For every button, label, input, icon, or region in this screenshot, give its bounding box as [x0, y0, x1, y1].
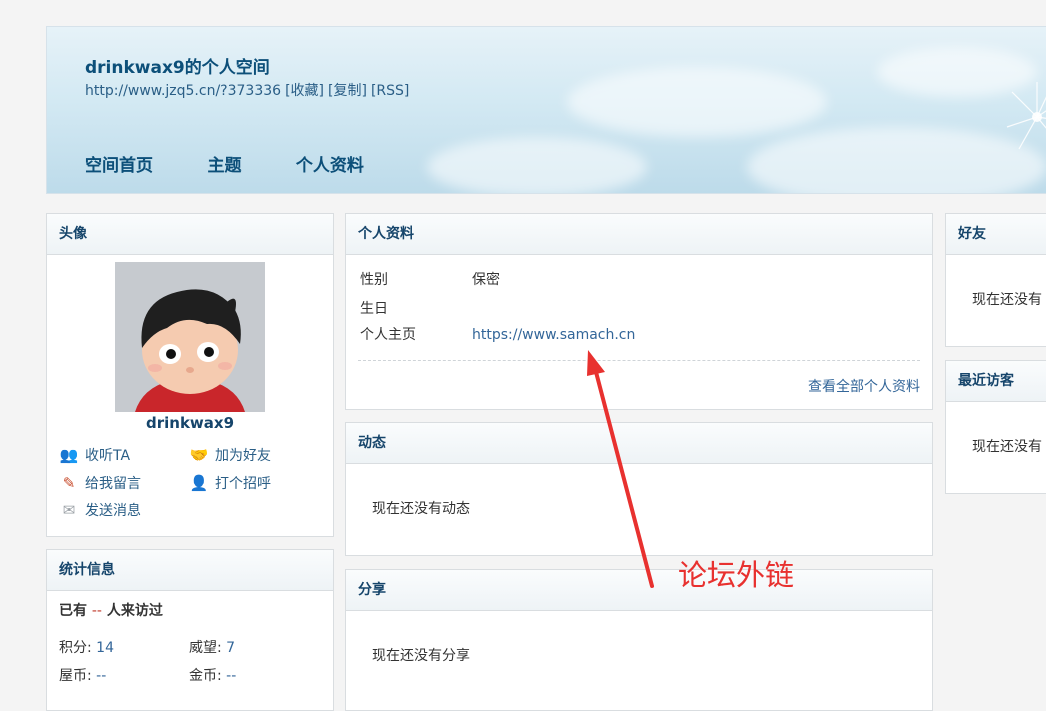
- follow-icon: 👥: [59, 446, 79, 464]
- visitor-count-line: 已有 -- 人来访过: [59, 603, 163, 619]
- profile-row-homepage: 个人主页 https://www.samach.cn: [360, 327, 636, 343]
- space-url-line: http://www.jzq5.cn/?373336 [收藏] [复制] [RSS]: [85, 80, 413, 100]
- stat-prestige: 威望: 7: [189, 640, 236, 656]
- greet-button[interactable]: 👤 打个招呼: [189, 473, 271, 493]
- stat-house-coins: 屋币: --: [59, 668, 107, 684]
- profile-divider: [358, 360, 920, 361]
- avatar-panel-title: 头像: [47, 214, 333, 255]
- stats-panel-title: 统计信息: [47, 550, 333, 591]
- avatar[interactable]: [115, 262, 265, 412]
- space-url[interactable]: http://www.jzq5.cn/?373336: [85, 83, 281, 99]
- copy-link[interactable]: [复制]: [328, 83, 367, 99]
- share-empty-text: 现在还没有分享: [372, 648, 470, 664]
- view-all-profile-link[interactable]: 查看全部个人资料: [808, 376, 920, 396]
- homepage-link[interactable]: https://www.samach.cn: [472, 327, 635, 343]
- profile-panel-title: 个人资料: [346, 214, 932, 255]
- feed-empty-text: 现在还没有动态: [372, 501, 470, 517]
- avatar-panel: 头像 drinkwax9 👥 收听TA 🤝 加为好友 ✎ 给我留言 👤 打个招呼 ✉ 发送…: [46, 213, 334, 537]
- nav-profile[interactable]: 个人资料: [296, 156, 364, 176]
- dandelion-decoration: [1006, 82, 1046, 150]
- feed-panel-title: 动态: [346, 423, 932, 464]
- send-message-button[interactable]: ✉ 发送消息: [59, 500, 141, 520]
- share-panel-title: 分享: [346, 570, 932, 611]
- annotation-text: 论坛外链: [678, 558, 795, 592]
- space-title: drinkwax9的个人空间: [85, 58, 270, 78]
- favorite-link[interactable]: [收藏]: [285, 83, 324, 99]
- rss-link[interactable]: [RSS]: [371, 83, 409, 99]
- profile-panel: 个人资料 性别 保密 生日 个人主页 https://www.samach.cn 查…: [345, 213, 933, 410]
- follow-button[interactable]: 👥 收听TA: [59, 445, 130, 465]
- profile-row-birthday: 生日: [360, 301, 388, 317]
- username[interactable]: drinkwax9: [47, 414, 333, 432]
- space-nav: 空间首页 主题 个人资料: [85, 151, 414, 176]
- envelope-icon: ✉: [62, 501, 76, 519]
- handshake-icon: 🤝: [189, 446, 209, 464]
- visitors-empty-text: 现在还没有: [972, 439, 1042, 455]
- share-panel: 分享 现在还没有分享: [345, 569, 933, 711]
- nav-topics[interactable]: 主题: [207, 156, 241, 176]
- profile-row-gender: 性别 保密: [360, 272, 500, 288]
- avatar-image: [115, 262, 265, 412]
- friends-panel: 好友 现在还没有: [945, 213, 1046, 347]
- add-friend-button[interactable]: 🤝 加为好友: [189, 445, 271, 465]
- nav-home[interactable]: 空间首页: [85, 156, 153, 176]
- friends-empty-text: 现在还没有: [972, 292, 1042, 308]
- pencil-icon: ✎: [62, 474, 76, 492]
- recent-visitors-panel: 最近访客 现在还没有: [945, 360, 1046, 494]
- stat-gold-coins: 金币: --: [189, 668, 237, 684]
- space-banner: drinkwax9的个人空间 http://www.jzq5.cn/?37333…: [46, 26, 1046, 194]
- stat-points: 积分: 14: [59, 640, 114, 656]
- recent-visitors-panel-title: 最近访客: [946, 361, 1046, 402]
- stats-panel: 统计信息 已有 -- 人来访过 积分: 14 威望: 7 屋币: -- 金币: …: [46, 549, 334, 711]
- leave-message-button[interactable]: ✎ 给我留言: [59, 473, 141, 493]
- feed-panel: 动态 现在还没有动态: [345, 422, 933, 556]
- visitor-count: --: [91, 603, 102, 619]
- friends-panel-title: 好友: [946, 214, 1046, 255]
- greet-icon: 👤: [189, 474, 209, 492]
